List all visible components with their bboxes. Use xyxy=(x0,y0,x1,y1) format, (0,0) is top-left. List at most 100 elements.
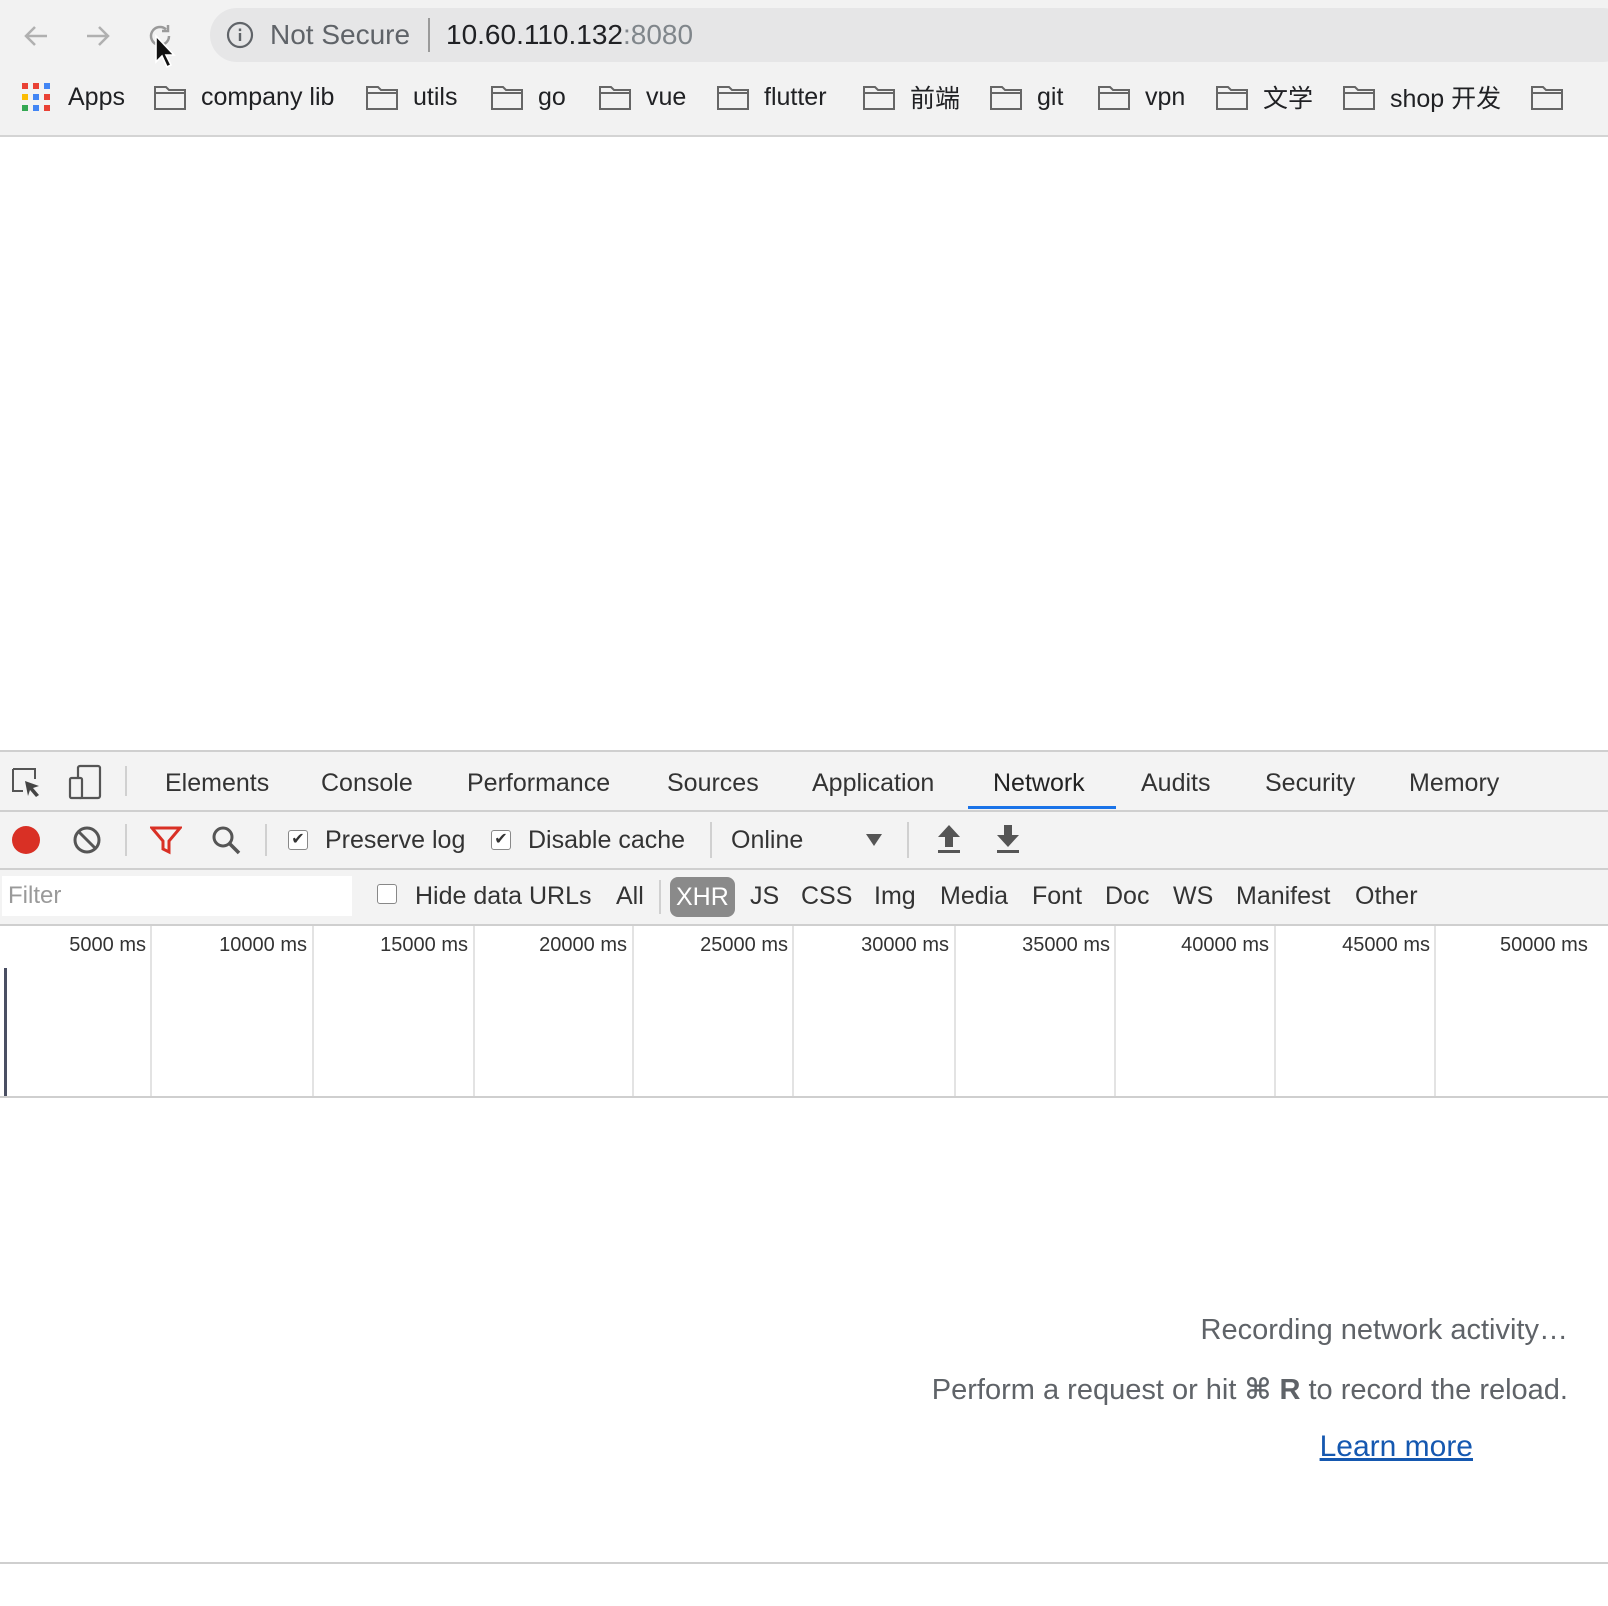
tab-performance[interactable]: Performance xyxy=(467,752,610,810)
bookmark-label: 文学 xyxy=(1263,85,1314,113)
arrow-left-icon xyxy=(24,26,47,46)
timeline-gridline xyxy=(473,926,475,1096)
forward-button[interactable] xyxy=(76,14,120,58)
timeline-tick-label: 40000 ms xyxy=(1181,934,1269,956)
browser-chrome: Not Secure 10.60.110.132:8080 Apps compa… xyxy=(0,0,1608,137)
filter-type-img[interactable]: Img xyxy=(874,880,916,912)
security-status-text[interactable]: Not Secure xyxy=(270,18,410,52)
bookmark-folder[interactable]: vue xyxy=(598,78,686,116)
bookmark-label: flutter xyxy=(764,82,827,111)
hide-data-urls-label[interactable]: Hide data URLs xyxy=(415,880,591,912)
recording-status-text: Recording network activity… xyxy=(1200,1314,1568,1346)
toolbar-divider xyxy=(125,766,127,796)
tab-sources[interactable]: Sources xyxy=(667,752,759,810)
bookmark-label: company lib xyxy=(201,82,335,111)
folder-icon xyxy=(1098,86,1130,110)
clear-icon[interactable] xyxy=(72,825,102,855)
inspect-element-icon[interactable] xyxy=(10,766,44,800)
throttling-select[interactable]: Online xyxy=(720,820,892,860)
back-button[interactable] xyxy=(14,14,58,58)
filter-type-doc[interactable]: Doc xyxy=(1105,880,1149,912)
address-divider xyxy=(428,18,430,52)
timeline-tick-label: 15000 ms xyxy=(380,934,468,956)
folder-icon xyxy=(491,86,523,110)
learn-more-link[interactable]: Learn more xyxy=(1320,1430,1473,1464)
status-bar-divider xyxy=(0,1562,1608,1564)
devtools-panel: Elements Console Performance Sources App… xyxy=(0,750,1608,1606)
tab-memory[interactable]: Memory xyxy=(1409,752,1499,810)
bookmark-folder[interactable]: shop 开发 xyxy=(1342,78,1501,116)
folder-icon xyxy=(599,86,631,110)
preserve-log-checkbox[interactable]: ✔ xyxy=(288,830,308,850)
folder-icon xyxy=(154,86,186,110)
bookmark-label: vpn xyxy=(1145,82,1186,111)
checkmark-icon: ✔ xyxy=(494,831,508,848)
disable-cache-label[interactable]: Disable cache xyxy=(528,825,685,855)
disable-cache-checkbox[interactable]: ✔ xyxy=(491,830,511,850)
record-icon[interactable] xyxy=(10,824,42,856)
tab-elements[interactable]: Elements xyxy=(165,752,269,810)
search-icon[interactable] xyxy=(210,824,242,856)
folder-icon xyxy=(990,86,1022,110)
preserve-log-label[interactable]: Preserve log xyxy=(325,825,465,855)
filter-type-other[interactable]: Other xyxy=(1355,880,1418,912)
record-hint-text: Perform a request or hit ⌘ R to record t… xyxy=(932,1372,1568,1407)
bookmark-folder[interactable]: 前端 xyxy=(862,78,960,116)
tab-console[interactable]: Console xyxy=(321,752,413,810)
hint-suffix: to record the reload. xyxy=(1300,1374,1568,1406)
bookmark-folder[interactable]: flutter xyxy=(716,78,827,116)
filter-type-ws[interactable]: WS xyxy=(1173,880,1213,912)
filter-type-js[interactable]: JS xyxy=(750,880,779,912)
bookmark-folder[interactable]: 文学 xyxy=(1215,78,1313,116)
filter-input[interactable] xyxy=(2,876,352,916)
timeline-gridline xyxy=(1114,926,1116,1096)
bookmark-folder[interactable]: company lib xyxy=(153,78,334,116)
url-text[interactable]: 10.60.110.132:8080 xyxy=(446,18,693,52)
tab-application[interactable]: Application xyxy=(812,752,934,810)
filter-type-manifest[interactable]: Manifest xyxy=(1236,880,1330,912)
filter-type-media[interactable]: Media xyxy=(940,880,1008,912)
bookmark-label: 前端 xyxy=(910,85,961,113)
hide-data-urls-checkbox[interactable] xyxy=(377,884,397,904)
timeline-gridline xyxy=(150,926,152,1096)
bookmark-folder[interactable]: utils xyxy=(365,78,457,116)
bookmark-label: git xyxy=(1037,82,1064,111)
folder-icon xyxy=(366,86,398,110)
bookmark-folder-overflow[interactable] xyxy=(1530,78,1578,116)
timeline-tick-label: 10000 ms xyxy=(219,934,307,956)
filter-type-xhr[interactable]: XHR xyxy=(670,877,735,917)
bookmark-label: shop 开发 xyxy=(1390,85,1502,113)
timeline-tick-label: 45000 ms xyxy=(1342,934,1430,956)
checkmark-icon: ✔ xyxy=(291,831,305,848)
filter-icon[interactable] xyxy=(150,825,182,855)
toolbar-divider xyxy=(710,822,712,858)
requests-empty-state: Recording network activity… Perform a re… xyxy=(0,1098,1608,1560)
import-har-icon[interactable] xyxy=(935,823,963,855)
folder-icon xyxy=(1531,86,1563,110)
throttling-value: Online xyxy=(731,826,804,854)
timeline-gridline xyxy=(1274,926,1276,1096)
mouse-cursor-icon xyxy=(155,34,176,69)
tab-audits[interactable]: Audits xyxy=(1141,752,1210,810)
filter-type-all[interactable]: All xyxy=(616,880,644,912)
bookmark-label: vue xyxy=(646,82,687,111)
tab-security[interactable]: Security xyxy=(1265,752,1355,810)
hint-shortcut: ⌘ R xyxy=(1244,1374,1301,1406)
address-bar[interactable]: Not Secure 10.60.110.132:8080 xyxy=(210,8,1608,62)
bookmark-folder[interactable]: git xyxy=(989,78,1063,116)
export-har-icon[interactable] xyxy=(994,823,1022,855)
filter-type-font[interactable]: Font xyxy=(1032,880,1082,912)
tab-network[interactable]: Network xyxy=(993,752,1085,810)
bookmark-folder[interactable]: go xyxy=(490,78,566,116)
toolbar-divider xyxy=(265,824,267,856)
bookmark-apps[interactable]: Apps xyxy=(22,78,125,116)
folder-icon xyxy=(1343,86,1375,110)
timeline-tick-label: 30000 ms xyxy=(861,934,949,956)
arrow-right-icon xyxy=(87,26,110,46)
info-icon[interactable] xyxy=(226,21,254,49)
filter-type-css[interactable]: CSS xyxy=(801,880,852,912)
device-toolbar-icon[interactable] xyxy=(68,764,104,802)
bookmark-folder[interactable]: vpn xyxy=(1097,78,1185,116)
network-overview-timeline[interactable]: 5000 ms 10000 ms 15000 ms 20000 ms 25000… xyxy=(0,926,1608,1098)
bookmark-label: Apps xyxy=(68,82,125,111)
